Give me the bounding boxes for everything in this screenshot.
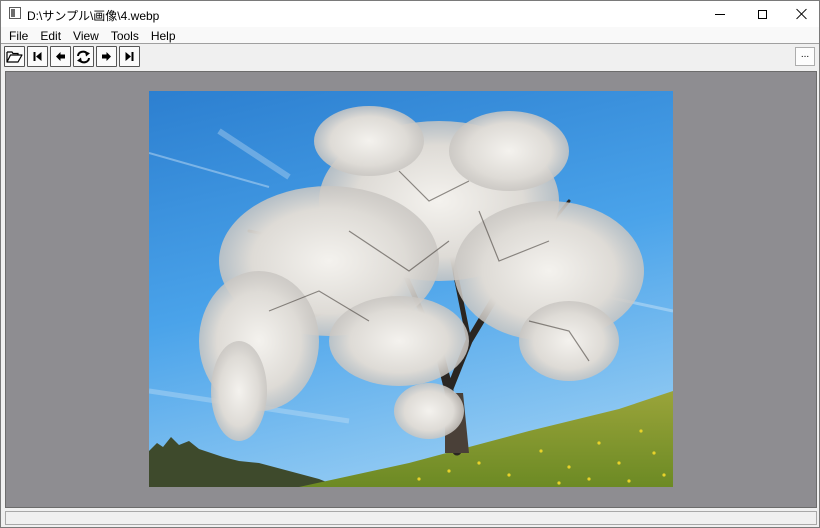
open-folder-icon (6, 51, 23, 63)
more-options-button[interactable]: ... (795, 47, 815, 66)
menu-tools[interactable]: Tools (105, 27, 145, 44)
reload-icon (77, 50, 90, 63)
close-button[interactable] (779, 1, 819, 27)
next-image-button[interactable] (96, 46, 117, 67)
menu-file[interactable]: File (3, 27, 34, 44)
app-icon[interactable] (9, 7, 21, 19)
menu-edit[interactable]: Edit (34, 27, 67, 44)
last-image-icon (125, 52, 134, 61)
next-image-icon (102, 52, 111, 61)
menu-help[interactable]: Help (145, 27, 182, 44)
menu-bar: File Edit View Tools Help (1, 27, 819, 44)
close-icon (796, 8, 808, 20)
menu-view[interactable]: View (67, 27, 105, 44)
blossom-tree-photo (149, 91, 673, 487)
minimize-button[interactable] (697, 1, 743, 27)
title-bar[interactable]: D:\サンプル\画像\4.webp (1, 1, 819, 27)
app-window: D:\サンプル\画像\4.webp File Edit View Tools H… (0, 0, 820, 528)
first-image-button[interactable] (27, 46, 48, 67)
open-button[interactable] (4, 46, 25, 67)
status-bar (5, 511, 817, 525)
last-image-button[interactable] (119, 46, 140, 67)
window-title: D:\サンプル\画像\4.webp (27, 9, 160, 23)
displayed-image (149, 91, 673, 487)
maximize-icon (757, 9, 767, 19)
minimize-icon (715, 13, 725, 15)
previous-image-button[interactable] (50, 46, 71, 67)
previous-image-icon (56, 52, 65, 61)
reload-button[interactable] (73, 46, 94, 67)
first-image-icon (33, 52, 42, 61)
toolbar: ... (1, 44, 819, 69)
image-viewport[interactable] (5, 71, 817, 508)
